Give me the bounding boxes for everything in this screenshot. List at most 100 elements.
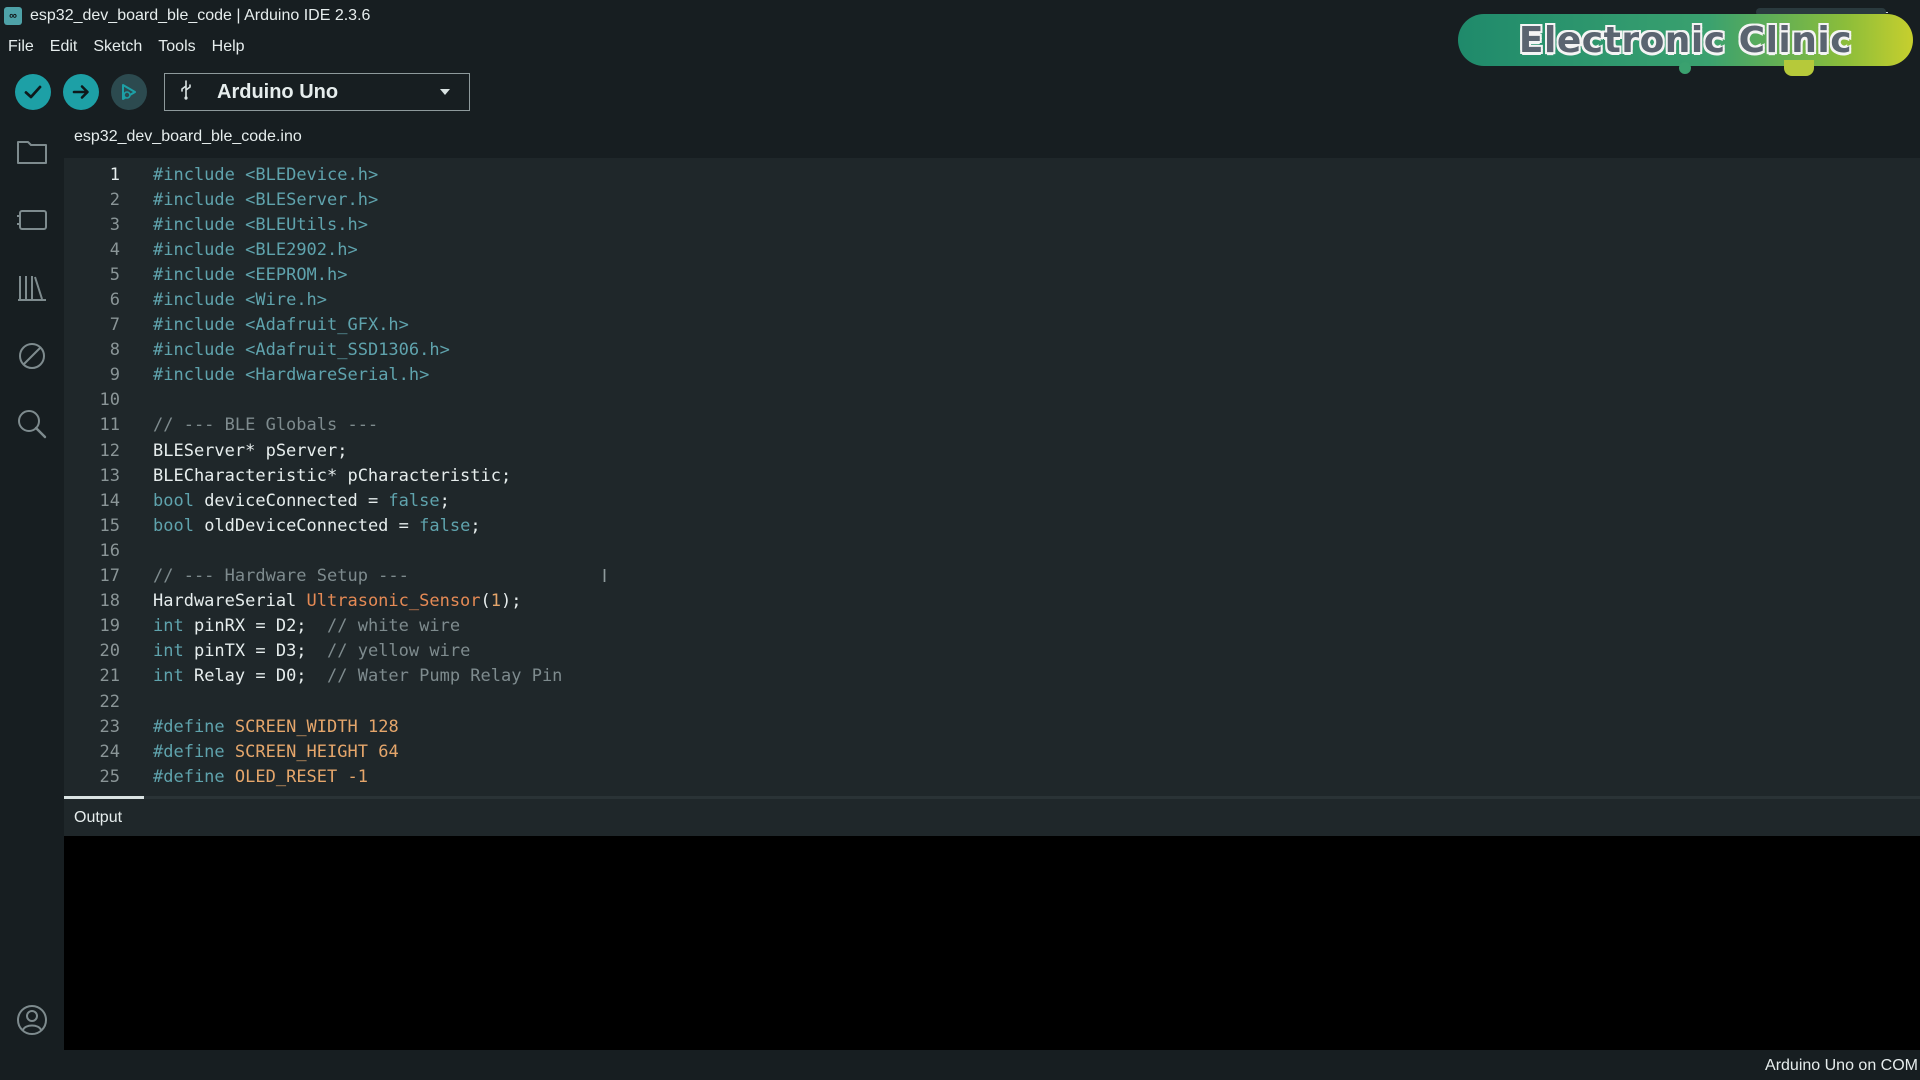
board-name: Arduino Uno	[217, 80, 339, 103]
library-manager-icon[interactable]	[14, 270, 50, 306]
menu-file[interactable]: File	[0, 38, 42, 56]
line-number: 8	[109, 340, 120, 361]
menu-edit[interactable]: Edit	[42, 38, 86, 56]
code-line: 16	[64, 538, 1920, 563]
code-text: #include <HardwareSerial.h>	[153, 365, 429, 385]
code-line: 20 int pinTX = D3; // yellow wire	[64, 639, 1920, 664]
line-number: 9	[109, 365, 120, 386]
debug-icon	[122, 84, 136, 100]
code-token: bool	[153, 490, 194, 511]
account-icon[interactable]	[14, 1002, 50, 1038]
menu-help[interactable]: Help	[204, 38, 253, 56]
code-text: #include <Adafruit_GFX.h>	[153, 315, 409, 335]
code-token: <BLE2902.h>	[245, 239, 358, 260]
code-token: <BLEDevice.h>	[245, 164, 379, 185]
debug-sidebar-icon[interactable]	[14, 338, 50, 374]
boards-manager-icon[interactable]	[14, 202, 50, 238]
code-token: );	[501, 591, 522, 612]
code-token: #include	[153, 189, 235, 210]
code-token: int	[153, 616, 184, 637]
code-line: 2 #include <BLEServer.h>	[64, 187, 1920, 212]
output-tab[interactable]: Output	[74, 809, 122, 827]
file-tab[interactable]: esp32_dev_board_ble_code.ino	[74, 128, 302, 146]
menu-tools[interactable]: Tools	[150, 38, 203, 56]
code-editor[interactable]: 1 #include <BLEDevice.h> 2 #include <BLESer…	[64, 158, 1920, 796]
line-number: 20	[99, 641, 120, 662]
code-token: Ultrasonic_Sensor	[306, 591, 481, 612]
search-icon[interactable]	[14, 406, 50, 442]
code-text: int Relay = D0; // Water Pump Relay Pin	[153, 666, 562, 686]
code-token: // --- BLE Globals ---	[153, 415, 379, 436]
code-token: ;	[439, 490, 450, 511]
code-text: int pinRX = D2; // white wire	[153, 616, 460, 636]
line-number: 18	[99, 591, 120, 612]
line-number: 14	[99, 490, 120, 511]
code-text: bool deviceConnected = false;	[153, 491, 450, 511]
code-token: #include	[153, 264, 235, 285]
code-text: bool oldDeviceConnected = false;	[153, 516, 481, 536]
code-token: SCREEN_WIDTH	[234, 716, 358, 737]
sketchbook-folder-icon[interactable]	[14, 134, 50, 170]
code-token: ;	[470, 515, 481, 536]
code-token: Relay = D0;	[183, 666, 328, 687]
checkmark-icon	[24, 85, 42, 99]
menu-bar: File Edit Sketch Tools Help	[0, 34, 253, 60]
code-line: 12 BLEServer* pServer;	[64, 438, 1920, 463]
code-text: #include <BLEServer.h>	[153, 190, 378, 210]
code-line: 1 #include <BLEDevice.h>	[64, 162, 1920, 187]
code-line: 13 BLECharacteristic* pCharacteristic;	[64, 463, 1920, 488]
code-text: BLECharacteristic* pCharacteristic;	[153, 466, 511, 486]
code-token: 64	[378, 741, 399, 762]
debug-button[interactable]	[111, 74, 147, 110]
line-number: 11	[99, 415, 120, 436]
arrow-right-icon	[72, 85, 89, 99]
code-line: 17 // --- Hardware Setup ---	[64, 564, 1920, 589]
code-token: <Adafruit_GFX.h>	[245, 315, 409, 336]
line-number: 12	[99, 440, 120, 461]
line-number: 21	[99, 666, 120, 687]
code-token: false	[419, 515, 471, 536]
code-line: 3 #include <BLEUtils.h>	[64, 212, 1920, 237]
output-console[interactable]	[64, 836, 1920, 1050]
watermark-text: Electronic Clinic	[1518, 19, 1853, 61]
code-token: SCREEN_HEIGHT	[234, 741, 368, 762]
upload-button[interactable]	[63, 74, 99, 110]
code-token: (	[480, 591, 491, 612]
board-port-status[interactable]: Arduino Uno on COM	[1765, 1057, 1918, 1075]
menu-sketch[interactable]: Sketch	[85, 38, 150, 56]
line-number: 16	[99, 540, 120, 561]
code-line: 7 #include <Adafruit_GFX.h>	[64, 313, 1920, 338]
code-line: 22	[64, 689, 1920, 714]
code-token: bool	[153, 515, 194, 536]
code-text: #define OLED_RESET -1	[153, 767, 368, 787]
code-line: 11 // --- BLE Globals ---	[64, 413, 1920, 438]
code-text: #include <BLEDevice.h>	[153, 165, 378, 185]
code-token: <HardwareSerial.h>	[245, 365, 430, 386]
code-line: 18 HardwareSerial Ultrasonic_Sensor(1);	[64, 589, 1920, 614]
code-token: <Wire.h>	[245, 290, 328, 311]
arduino-app-icon: ∞	[4, 6, 22, 25]
line-number: 17	[99, 566, 120, 587]
board-selector[interactable]: Arduino Uno	[164, 73, 470, 111]
code-token: false	[388, 490, 440, 511]
verify-button[interactable]	[15, 74, 51, 110]
line-number: 19	[99, 616, 120, 637]
code-line: 23 #define SCREEN_WIDTH 128	[64, 714, 1920, 739]
panel-resize-indicator[interactable]	[64, 796, 144, 799]
code-token: pinTX = D3;	[183, 641, 328, 662]
code-token: oldDeviceConnected =	[193, 515, 420, 536]
watermark-logo: Electronic Clinic	[1458, 14, 1913, 66]
code-text: #include <BLE2902.h>	[153, 240, 358, 260]
line-number: 10	[99, 390, 120, 411]
code-token: #include	[153, 164, 235, 185]
code-token: #include	[153, 290, 235, 311]
code-token: // Water Pump Relay Pin	[327, 666, 563, 687]
